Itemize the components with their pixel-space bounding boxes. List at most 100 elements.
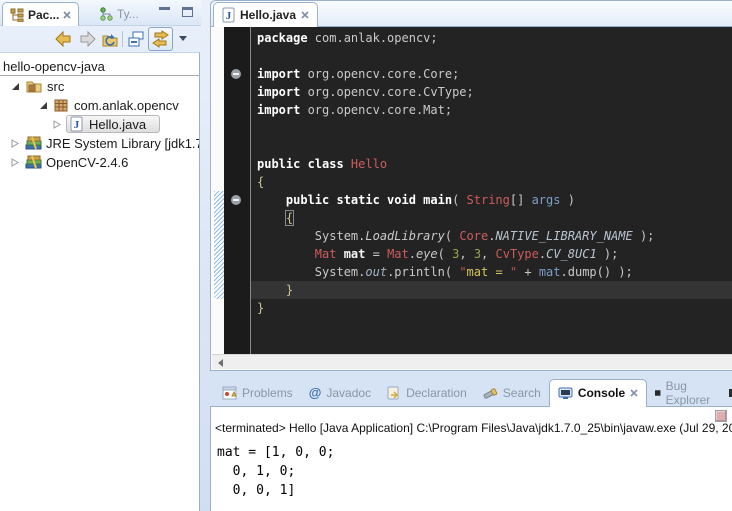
code-token: mat = (467, 265, 510, 279)
editor-content[interactable]: package com.anlak.opencv; import org.open… (212, 27, 732, 354)
code-line[interactable]: public static void main( String[] args ) (251, 191, 732, 209)
code-line[interactable]: Mat mat = Mat.eye( 3, 3, CvType.CV_8UC1 … (251, 245, 732, 263)
code-line[interactable]: System.out.println( "mat = " + mat.dump(… (251, 263, 732, 281)
code-token: [] (510, 193, 532, 207)
tree-item-project[interactable]: hello-opencv-java (0, 57, 199, 76)
code-token: Core (459, 229, 488, 243)
code-token: ( (445, 229, 459, 243)
minimize-icon[interactable] (159, 7, 170, 16)
code-token: } (257, 301, 264, 315)
tree-item-label: hello-opencv-java (3, 57, 105, 76)
link-with-editor-button[interactable] (148, 27, 173, 51)
code-token (257, 211, 286, 225)
tree-item-label: src (47, 77, 64, 96)
tab-bug-explorer[interactable]: Bug Explorer (647, 379, 721, 406)
code-token: package (257, 31, 308, 45)
code-line[interactable] (251, 119, 732, 137)
code-token: 3 (474, 247, 481, 261)
code-line[interactable]: System.LoadLibrary( Core.NATIVE_LIBRARY_… (251, 227, 732, 245)
code-token: org.opencv.core.Mat; (300, 103, 452, 117)
console-header: <terminated> Hello [Java Application] C:… (215, 421, 732, 435)
expanded-arrow-icon[interactable] (39, 101, 48, 110)
java-file-icon: J (70, 116, 83, 132)
tab-declaration[interactable]: Declaration (379, 379, 475, 406)
close-icon[interactable] (63, 11, 71, 19)
tree-item-opencv-library[interactable]: OpenCV-2.4.6 (0, 153, 199, 172)
editor-folding-gutter[interactable] (224, 27, 250, 354)
code-line[interactable]: { (251, 209, 732, 227)
code-line[interactable] (251, 47, 732, 65)
code-token: } (286, 283, 293, 297)
expanded-arrow-icon[interactable] (11, 82, 20, 91)
code-line[interactable]: } (251, 281, 732, 299)
code-line[interactable]: public class Hello (251, 155, 732, 173)
tab-label: Console (578, 386, 625, 400)
tab-console[interactable]: Console (549, 379, 647, 407)
close-icon[interactable] (630, 389, 638, 397)
code-token: NATIVE_LIBRARY_NAME (495, 229, 632, 243)
tree-item-label: JRE System Library [jdk1.7.0 (46, 134, 200, 153)
code-token: Mat (315, 247, 337, 261)
code-token: org.opencv.core.CvType; (300, 85, 473, 99)
code-line[interactable]: } (251, 299, 732, 317)
tree-item-label: OpenCV-2.4.6 (46, 153, 128, 172)
package-explorer-view: Pac... Ty... (0, 0, 201, 511)
tree-item-package[interactable]: com.anlak.opencv (0, 96, 199, 115)
fold-collapse-icon[interactable] (231, 195, 241, 205)
tree-item-label: com.anlak.opencv (74, 96, 179, 115)
javadoc-at-icon: @ (309, 385, 322, 400)
tree-item-jre-library[interactable]: JRE System Library [jdk1.7.0 (0, 134, 199, 153)
code-token: mat (336, 247, 372, 261)
tab-label: Javadoc (326, 386, 371, 400)
console-view: Problems @ Javadoc Declaration Search (210, 379, 732, 511)
tab-javadoc[interactable]: @ Javadoc (301, 379, 379, 406)
type-hierarchy-icon (99, 7, 113, 21)
package-explorer-icon (10, 8, 24, 22)
code-line[interactable]: import org.opencv.core.CvType; (251, 83, 732, 101)
collapsed-arrow-icon[interactable] (53, 120, 61, 129)
code-token: mat (539, 265, 561, 279)
code-line[interactable]: { (251, 173, 732, 191)
tree-item-hello-java[interactable]: J Hello.java (0, 115, 199, 134)
square-icon (655, 389, 660, 397)
close-icon[interactable] (301, 11, 309, 19)
tab-package-explorer[interactable]: Pac... (2, 2, 79, 26)
code-token: CV_8UC1 (546, 247, 597, 261)
tree-item-src[interactable]: src (0, 77, 199, 96)
fold-collapse-icon[interactable] (231, 69, 241, 79)
package-icon (53, 97, 69, 113)
code-line[interactable]: import org.opencv.core.Core; (251, 65, 732, 83)
collapse-all-icon[interactable] (127, 30, 145, 48)
collapsed-arrow-icon[interactable] (11, 158, 19, 167)
library-icon (24, 154, 43, 170)
tab-type-hierarchy[interactable]: Ty... (92, 2, 146, 26)
code-token: . (409, 247, 416, 261)
code-area[interactable]: package com.anlak.opencv; import org.open… (251, 27, 732, 354)
up-icon[interactable] (101, 30, 119, 48)
forward-arrow-icon[interactable] (79, 30, 97, 48)
code-line[interactable] (251, 137, 732, 155)
method-range-indicator (214, 191, 224, 299)
tab-problems[interactable]: Problems (214, 379, 301, 406)
package-explorer-tree[interactable]: hello-opencv-java src com.anlak.opencv (0, 52, 200, 511)
maximize-icon[interactable] (182, 7, 193, 17)
code-token: .dump() ); (561, 265, 633, 279)
collapsed-arrow-icon[interactable] (11, 139, 19, 148)
scroll-left-arrow-icon[interactable] (218, 359, 223, 367)
code-token: String (467, 193, 510, 207)
editor-tabrow: J Hello.java (211, 1, 732, 27)
code-token: { (257, 175, 264, 189)
view-menu-icon[interactable] (179, 36, 187, 41)
back-arrow-icon[interactable] (54, 30, 72, 48)
code-token: ( (452, 193, 466, 207)
editor-annotation-ruler[interactable] (212, 27, 224, 354)
tab-bug[interactable]: Bug (721, 379, 732, 406)
editor-tab-hello-java[interactable]: J Hello.java (213, 2, 318, 27)
code-line[interactable]: import org.opencv.core.Mat; (251, 101, 732, 119)
editor-area: J Hello.java package com.anlak.opencv; im… (210, 0, 732, 371)
console-output-line: mat = [1, 0, 0; (217, 443, 334, 462)
code-line[interactable]: package com.anlak.opencv; (251, 29, 732, 47)
console-content[interactable]: <terminated> Hello [Java Application] C:… (210, 406, 732, 511)
horizontal-scrollbar[interactable] (212, 354, 732, 369)
tab-search[interactable]: Search (475, 379, 549, 406)
